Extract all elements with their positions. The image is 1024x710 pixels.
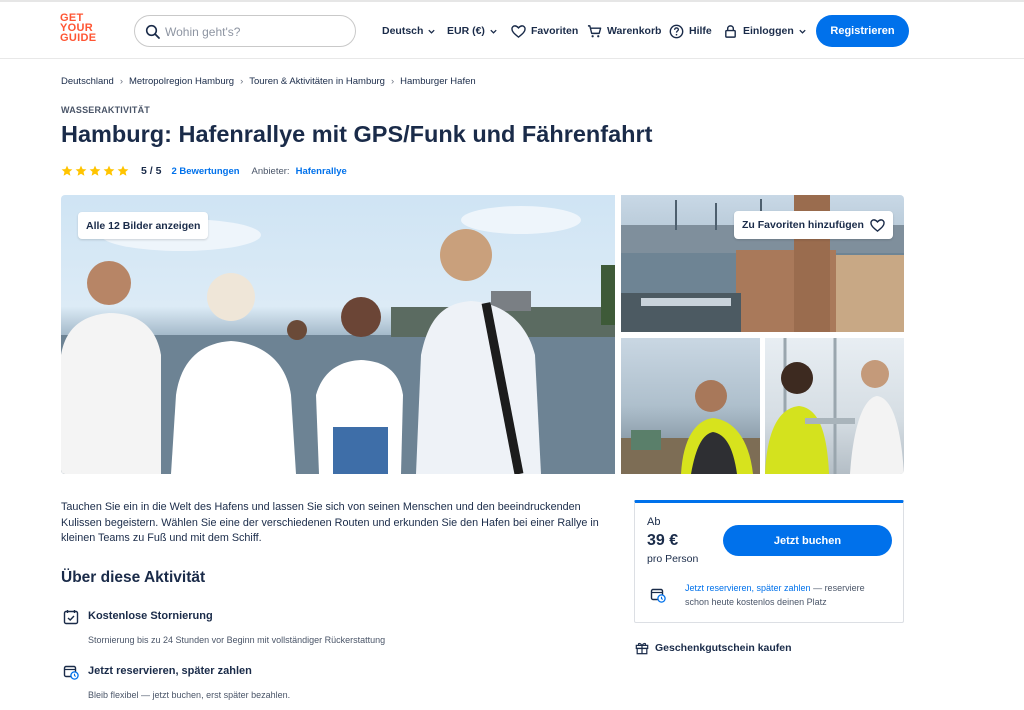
show-all-photos-label: Alle 12 Bilder anzeigen bbox=[86, 219, 201, 232]
feature-free-cancellation: Kostenlose Stornierung Stornierung bis z… bbox=[61, 608, 601, 648]
chevron-down-icon bbox=[799, 29, 806, 34]
add-to-favorites-label: Zu Favoriten hinzufügen bbox=[742, 219, 864, 231]
feature-reserve-now-pay-later: Jetzt reservieren, später zahlen Bleib f… bbox=[61, 663, 601, 703]
chevron-down-icon bbox=[428, 29, 436, 34]
activity-description: Tauchen Sie ein in die Welt des Hafens u… bbox=[61, 501, 599, 544]
breadcrumb-separator: › bbox=[119, 76, 123, 87]
heart-icon bbox=[870, 218, 885, 232]
gift-voucher-label: Geschenkgutschein kaufen bbox=[655, 642, 792, 654]
rating-row: 5 / 5 2 Bewertungen Anbieter: Hafenrally… bbox=[61, 164, 347, 178]
gallery-photo-guide[interactable] bbox=[621, 338, 760, 474]
cart-link[interactable]: Warenkorb bbox=[587, 17, 661, 45]
breadcrumb-item[interactable]: Touren & Aktivitäten in Hamburg bbox=[249, 76, 385, 87]
cart-label: Warenkorb bbox=[607, 25, 662, 37]
help-icon bbox=[669, 24, 684, 38]
star-icon bbox=[89, 165, 101, 176]
gallery-photo-harbour[interactable]: Zu Favoriten hinzufügen bbox=[621, 195, 904, 332]
logo[interactable]: GET YOUR GUIDE bbox=[60, 13, 102, 44]
favorites-label: Favoriten bbox=[531, 25, 579, 37]
book-now-button[interactable]: Jetzt buchen bbox=[723, 525, 892, 556]
currency-selector[interactable]: EUR (€) bbox=[447, 17, 498, 45]
provider-link[interactable]: Hafenrallye bbox=[296, 166, 347, 177]
activity-category: WASSERAKTIVITÄT bbox=[61, 105, 151, 115]
booking-card: Ab 39 € pro Person Jetzt buchen Jetzt re… bbox=[634, 500, 904, 623]
gift-voucher-link[interactable]: Geschenkgutschein kaufen bbox=[635, 641, 792, 655]
help-link[interactable]: Hilfe bbox=[669, 17, 712, 45]
calendar-clock-icon bbox=[63, 665, 79, 680]
breadcrumb: Deutschland › Metropolregion Hamburg › T… bbox=[61, 76, 476, 87]
calendar-check-icon bbox=[63, 610, 79, 625]
logo-line-3: GUIDE bbox=[60, 32, 97, 44]
calendar-clock-icon bbox=[650, 588, 666, 603]
star-rating bbox=[61, 165, 129, 177]
favorites-link[interactable]: Favoriten bbox=[511, 17, 578, 45]
add-to-favorites-button[interactable]: Zu Favoriten hinzufügen bbox=[734, 211, 893, 239]
user-lock-icon bbox=[725, 24, 736, 38]
price-from-label: Ab bbox=[647, 516, 661, 528]
feature-description: Bleib flexibel — jetzt buchen, erst spät… bbox=[88, 690, 291, 700]
star-icon bbox=[61, 165, 73, 176]
chevron-down-icon bbox=[490, 29, 497, 34]
star-icon bbox=[75, 165, 87, 176]
about-section-title: Über diese Aktivität bbox=[61, 569, 206, 586]
page-title: Hamburg: Hafenrallye mit GPS/Funk und Fä… bbox=[61, 121, 653, 147]
feature-title: Kostenlose Stornierung bbox=[88, 610, 213, 622]
breadcrumb-item[interactable]: Hamburger Hafen bbox=[400, 76, 476, 87]
feature-description: Stornierung bis zu 24 Stunden vor Beginn… bbox=[88, 635, 386, 645]
breadcrumb-item[interactable]: Metropolregion Hamburg bbox=[129, 76, 234, 87]
gallery-photo-participants[interactable] bbox=[765, 338, 904, 474]
feature-title: Jetzt reservieren, später zahlen bbox=[88, 665, 252, 677]
reserve-note: Jetzt reservieren, später zahlen — reser… bbox=[685, 581, 890, 609]
search-icon bbox=[145, 24, 160, 39]
login-menu[interactable]: Einloggen bbox=[723, 17, 807, 45]
language-selector[interactable]: Deutsch bbox=[382, 17, 436, 45]
show-all-photos-button[interactable]: Alle 12 Bilder anzeigen bbox=[78, 212, 209, 239]
participants-photo-illustration bbox=[765, 338, 904, 474]
rating-score: 5 / 5 bbox=[141, 165, 162, 177]
star-icon bbox=[103, 165, 115, 176]
price-value: 39 € bbox=[647, 532, 679, 549]
breadcrumb-separator: › bbox=[390, 76, 395, 87]
register-button[interactable]: Registrieren bbox=[816, 15, 909, 47]
reviews-link[interactable]: 2 Bewertungen bbox=[171, 166, 239, 177]
heart-icon bbox=[511, 24, 526, 38]
gift-icon bbox=[635, 642, 649, 655]
price-per-label: pro Person bbox=[647, 553, 699, 565]
language-label: Deutsch bbox=[382, 25, 424, 37]
login-label: Einloggen bbox=[743, 25, 794, 37]
breadcrumb-item[interactable]: Deutschland bbox=[61, 76, 114, 87]
guide-photo-illustration bbox=[621, 380, 760, 474]
search-input[interactable] bbox=[165, 22, 345, 42]
reserve-later-link[interactable]: Jetzt reservieren, später zahlen bbox=[685, 583, 811, 593]
provider-label: Anbieter: bbox=[251, 165, 290, 177]
currency-label: EUR (€) bbox=[447, 25, 485, 37]
gallery-main-photo[interactable]: Alle 12 Bilder anzeigen bbox=[61, 195, 615, 474]
breadcrumb-separator: › bbox=[240, 76, 244, 87]
site-header: GET YOUR GUIDE Deutsch EUR (€) Favoriten… bbox=[0, 2, 1024, 59]
star-icon bbox=[117, 165, 129, 176]
search-box[interactable] bbox=[134, 15, 356, 47]
cart-icon bbox=[587, 24, 602, 37]
help-label: Hilfe bbox=[689, 25, 712, 37]
